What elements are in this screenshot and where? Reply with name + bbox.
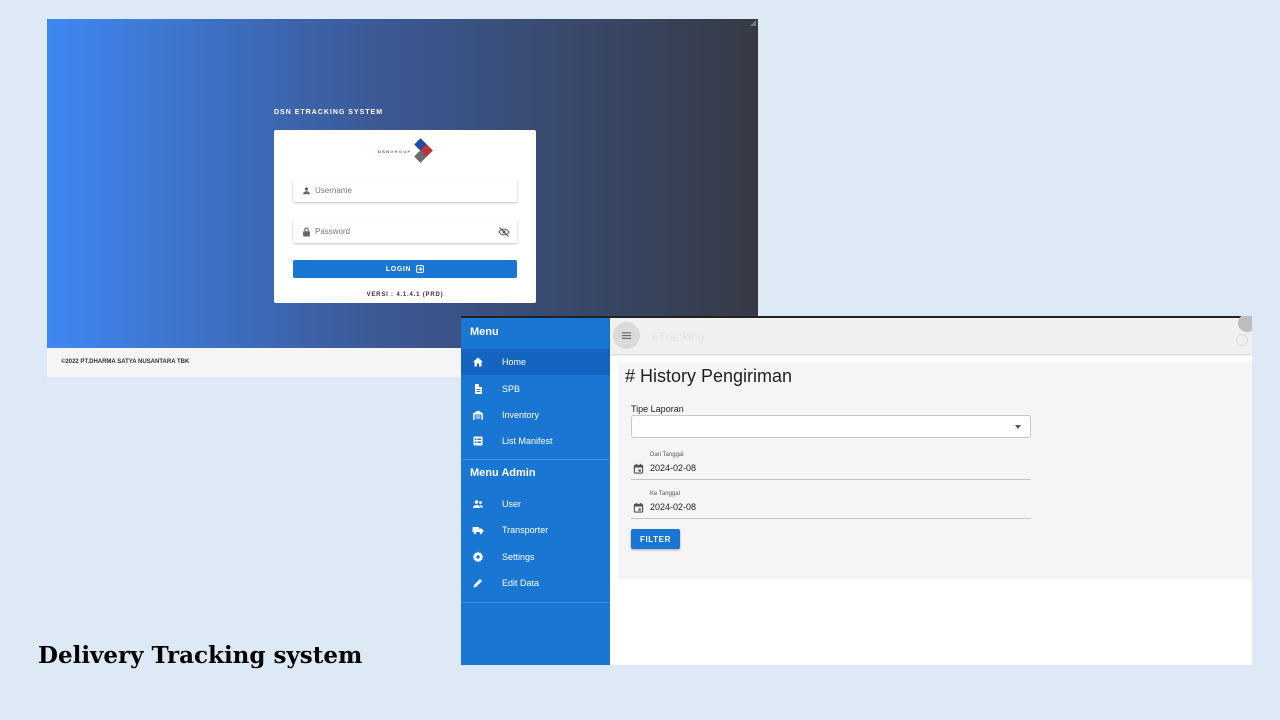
gear-icon (471, 550, 485, 564)
lock-icon (301, 227, 311, 237)
user-icon (301, 186, 311, 196)
version-text: VERSI : 4.1.4.1 (PRD) (366, 292, 444, 298)
password-field[interactable] (293, 220, 517, 243)
sidebar-item-edit-data[interactable]: Edit Data (461, 570, 610, 596)
hamburger-menu-button[interactable] (613, 322, 640, 349)
sidebar-item-label: Transporter (502, 525, 549, 535)
sidebar-item-label: SPB (502, 384, 521, 394)
brand-logo-text: DSNGROUP (378, 149, 412, 154)
users-icon (471, 497, 485, 511)
login-footer-copyright: ©2022 PT.DHARMA SATYA NUSANTARA TBK (61, 359, 190, 365)
sidebar-item-list-manifest[interactable]: List Manifest (461, 428, 610, 454)
sidebar-divider (461, 459, 610, 460)
chevron-down-icon (1015, 425, 1021, 429)
sidebar-item-inventory[interactable]: Inventory (461, 402, 610, 428)
app-title: eTracking (652, 330, 705, 344)
tipe-laporan-label: Tipe Laporan (631, 404, 684, 414)
filter-button[interactable]: FILTER (631, 529, 680, 549)
hamburger-icon (621, 332, 632, 339)
list-icon (471, 434, 485, 448)
ke-tanggal-value: 2024-02-08 (650, 502, 697, 512)
dashboard-screenshot: Menu Home SPB Inventory List Manifest Me… (461, 316, 1252, 665)
calendar-icon (633, 502, 644, 513)
login-arrow-icon (416, 265, 424, 273)
sidebar-item-settings[interactable]: Settings (461, 544, 610, 570)
dari-tanggal-value: 2024-02-08 (650, 463, 697, 473)
ke-tanggal-label: Ke Tanggal (650, 491, 680, 497)
account-circle-icon[interactable] (1236, 334, 1248, 346)
top-app-bar: eTracking (610, 316, 1252, 354)
pencil-icon (471, 576, 485, 590)
menu-header: Menu (470, 326, 499, 338)
login-button[interactable]: LOGIN (293, 260, 517, 278)
calendar-icon (633, 463, 644, 474)
sidebar-item-label: Edit Data (502, 578, 540, 588)
corner-close-icon (1238, 316, 1252, 332)
sidebar-item-spb[interactable]: SPB (461, 376, 610, 402)
sidebar-item-label: List Manifest (502, 436, 553, 446)
login-card: DSNGROUP Username LOGIN VERSI: 4.1.4.1 … (274, 130, 536, 303)
sidebar-item-label: Settings (502, 552, 535, 562)
login-button-label: LOGIN (385, 265, 412, 273)
username-input[interactable] (315, 186, 517, 195)
sidebar-item-label: Inventory (502, 410, 540, 420)
sidebar-item-transporter[interactable]: Transporter (461, 517, 610, 543)
home-icon (471, 355, 485, 369)
username-field[interactable] (293, 179, 517, 202)
corner-close-icon: ◢ (750, 19, 757, 27)
sidebar-item-user[interactable]: User (461, 491, 610, 517)
ke-tanggal-field[interactable]: Ke Tanggal 2024-02-08 (631, 491, 1031, 519)
slide-caption: Delivery Tracking system (38, 642, 363, 669)
tipe-laporan-select[interactable] (631, 415, 1031, 438)
sidebar-item-home[interactable]: Home (461, 349, 610, 375)
system-title: DSN ETRACKING SYSTEM (274, 109, 384, 116)
sidebar-item-label: User (502, 499, 522, 509)
password-input[interactable] (315, 227, 498, 236)
sidebar: Menu Home SPB Inventory List Manifest Me… (461, 318, 610, 665)
sidebar-divider (461, 602, 610, 603)
dari-tanggal-label: Dari Tanggal (650, 452, 684, 458)
sidebar-item-label: Home (502, 357, 527, 367)
eye-off-icon[interactable] (498, 226, 510, 237)
dari-tanggal-field[interactable]: Dari Tanggal 2024-02-08 (631, 452, 1031, 480)
login-hero-background: ◢ DSN ETRACKING SYSTEM DSNGROUP Username… (47, 19, 758, 348)
menu-admin-header: Menu Admin (470, 467, 536, 479)
main-content: # History Pengiriman Tipe Laporan Dari T… (618, 362, 1252, 579)
truck-icon (471, 523, 485, 537)
brand-logo: DSNGROUP (378, 138, 434, 166)
warehouse-icon (471, 408, 485, 422)
page-title: # History Pengiriman (625, 366, 793, 386)
document-icon (471, 382, 485, 396)
